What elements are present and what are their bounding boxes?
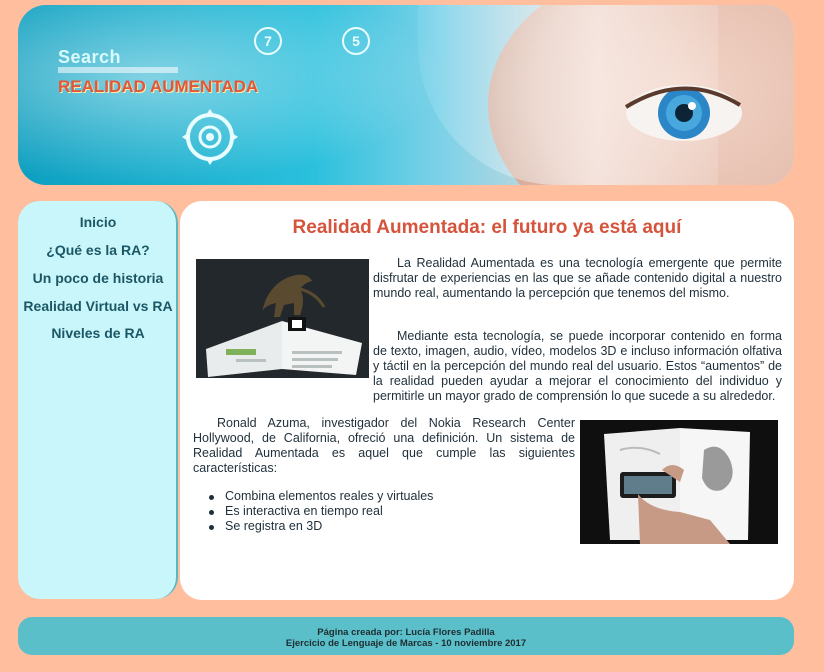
azuma-paragraph: Ronald Azuma, investigador del Nokia Res… [193, 416, 575, 475]
nav-item-niveles[interactable]: Niveles de RA [18, 325, 178, 341]
target-icon [182, 109, 238, 165]
ar-book-image [196, 259, 369, 378]
banner-search-bar [58, 67, 178, 73]
nav-item-historia[interactable]: Un poco de historia [18, 270, 178, 286]
ar-phone-image [580, 420, 778, 544]
banner-badge-7: 7 [254, 27, 282, 55]
nav-item-que-es-ra[interactable]: ¿Qué es la RA? [18, 242, 178, 258]
list-item: Combina elementos reales y virtuales [207, 489, 433, 504]
ar-book-illustration [196, 259, 369, 378]
footer-credit: Página creada por: Lucía Flores Padilla [317, 627, 495, 638]
technology-paragraph-start: Mediante esta tecnología, se puede incor… [373, 329, 782, 404]
page-title: Realidad Aumentada: el futuro ya está aq… [292, 217, 682, 238]
sidebar-nav: Inicio ¿Qué es la RA? Un poco de histori… [18, 201, 178, 599]
ar-phone-illustration [580, 420, 778, 544]
footer-course: Ejercicio de Lenguaje de Marcas - 10 nov… [285, 638, 527, 649]
page: Search 7 5 REALIDAD AUMENTADA Inicio ¿Qu… [0, 0, 824, 672]
nav-item-rv-vs-ra[interactable]: Realidad Virtual vs RA [18, 298, 178, 314]
list-item: Es interactiva en tiempo real [207, 504, 433, 519]
header-banner: Search 7 5 REALIDAD AUMENTADA [18, 5, 794, 185]
footer: Página creada por: Lucía Flores Padilla … [18, 617, 794, 655]
technology-paragraph: Mediante esta tecnología, se puede incor… [373, 329, 782, 403]
banner-badge-5: 5 [342, 27, 370, 55]
eye-icon [624, 85, 742, 141]
list-item: Se registra en 3D [207, 519, 433, 534]
intro-paragraph: La Realidad Aumentada es una tecnología … [373, 256, 782, 300]
nav-item-inicio[interactable]: Inicio [18, 214, 178, 230]
features-list: Combina elementos reales y virtuales Es … [207, 489, 433, 534]
banner-title: REALIDAD AUMENTADA [58, 77, 259, 96]
banner-search-text: Search [58, 47, 122, 67]
